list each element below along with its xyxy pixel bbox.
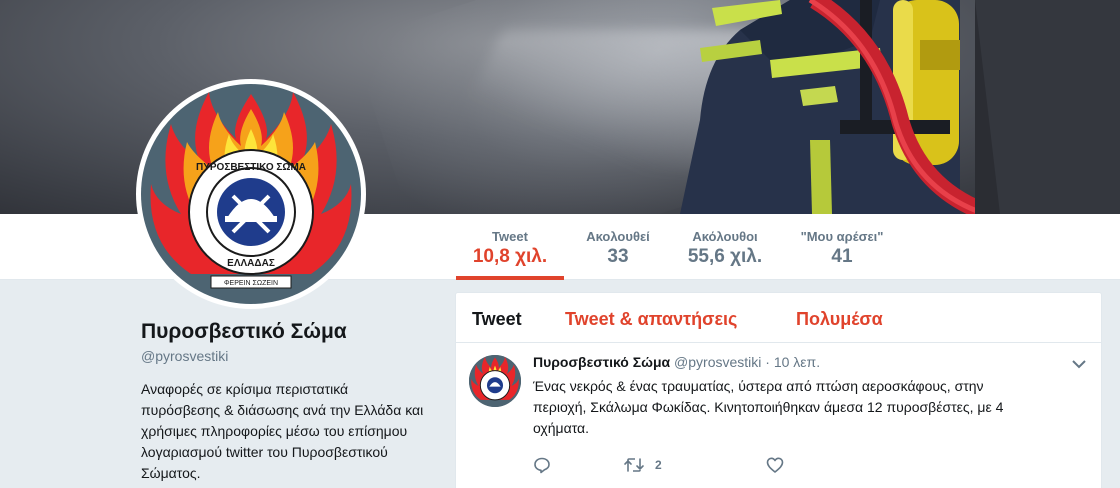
timeline-tabs: Tweet Tweet & απαντήσεις Πολυμέσα	[456, 293, 1101, 343]
tweet-author-name[interactable]: Πυροσβεστικό Σώμα	[533, 354, 670, 370]
stat-value: 10,8 χιλ.	[472, 246, 548, 267]
stat-label: Ακολουθεί	[586, 229, 650, 244]
tweet-header: Πυροσβεστικό Σώμα @pyrosvestiki · 10 λεπ…	[533, 354, 820, 370]
reply-icon	[533, 456, 551, 474]
fire-service-logo-icon: ΠΥΡΟΣΒΕΣΤΙΚΟ ΣΩΜΑ ΕΛΛΑΔΑΣ ΦΕΡΕΙΝ ΣΩΖΕΙΝ	[150, 92, 352, 289]
tab-media[interactable]: Πολυμέσα	[796, 309, 883, 330]
logo-motto: ΦΕΡΕΙΝ ΣΩΖΕΙΝ	[224, 280, 278, 287]
stat-label: "Μου αρέσει"	[800, 229, 884, 244]
retweet-button[interactable]: 2	[623, 455, 662, 475]
stat-label: Tweet	[492, 229, 528, 244]
fire-service-logo-icon	[469, 355, 521, 407]
stat-followers[interactable]: Ακόλουθοι 55,6 χιλ.	[674, 214, 776, 280]
profile-avatar[interactable]: ΠΥΡΟΣΒΕΣΤΙΚΟ ΣΩΜΑ ΕΛΛΑΔΑΣ ΦΕΡΕΙΝ ΣΩΖΕΙΝ	[136, 79, 366, 309]
reply-button[interactable]	[533, 455, 551, 475]
chevron-down-icon[interactable]	[1071, 356, 1087, 372]
retweet-count: 2	[655, 458, 662, 472]
tweet-timestamp[interactable]: 10 λεπ.	[774, 354, 820, 370]
tweet-author-handle[interactable]: @pyrosvestiki	[674, 354, 761, 370]
like-button[interactable]	[766, 455, 784, 475]
logo-text-top: ΠΥΡΟΣΒΕΣΤΙΚΟ ΣΩΜΑ	[196, 162, 306, 173]
tab-tweets-replies[interactable]: Tweet & απαντήσεις	[565, 309, 737, 330]
profile-handle[interactable]: @pyrosvestiki	[141, 348, 431, 364]
tweet-avatar[interactable]	[469, 355, 521, 407]
stat-value: 33	[607, 246, 629, 267]
profile-card: Πυροσβεστικό Σώμα @pyrosvestiki Αναφορές…	[141, 320, 431, 484]
retweet-icon	[623, 456, 645, 474]
stat-label: Ακόλουθοι	[692, 229, 758, 244]
stat-value: 41	[831, 246, 853, 267]
tab-tweets[interactable]: Tweet	[472, 309, 522, 330]
tweet-separator: ·	[765, 354, 770, 370]
tweet-item[interactable]: Πυροσβεστικό Σώμα @pyrosvestiki · 10 λεπ…	[456, 344, 1101, 488]
tweet-text: Ένας νεκρός & ένας τραυματίας, ύστερα απ…	[533, 378, 1004, 436]
profile-name[interactable]: Πυροσβεστικό Σώμα	[141, 320, 431, 344]
heart-icon	[766, 456, 784, 474]
stat-value: 55,6 χιλ.	[687, 246, 763, 267]
timeline-card: Tweet Tweet & απαντήσεις Πολυμέσα Πυροσβ…	[455, 292, 1102, 488]
stat-likes[interactable]: "Μου αρέσει" 41	[788, 214, 896, 280]
stat-tweets[interactable]: Tweet 10,8 χιλ.	[456, 214, 564, 280]
logo-text-bottom: ΕΛΛΑΔΑΣ	[227, 258, 275, 269]
stat-following[interactable]: Ακολουθεί 33	[574, 214, 662, 280]
profile-bio: Αναφορές σε κρίσιμα περιστατικά πυρόσβεσ…	[141, 381, 424, 481]
